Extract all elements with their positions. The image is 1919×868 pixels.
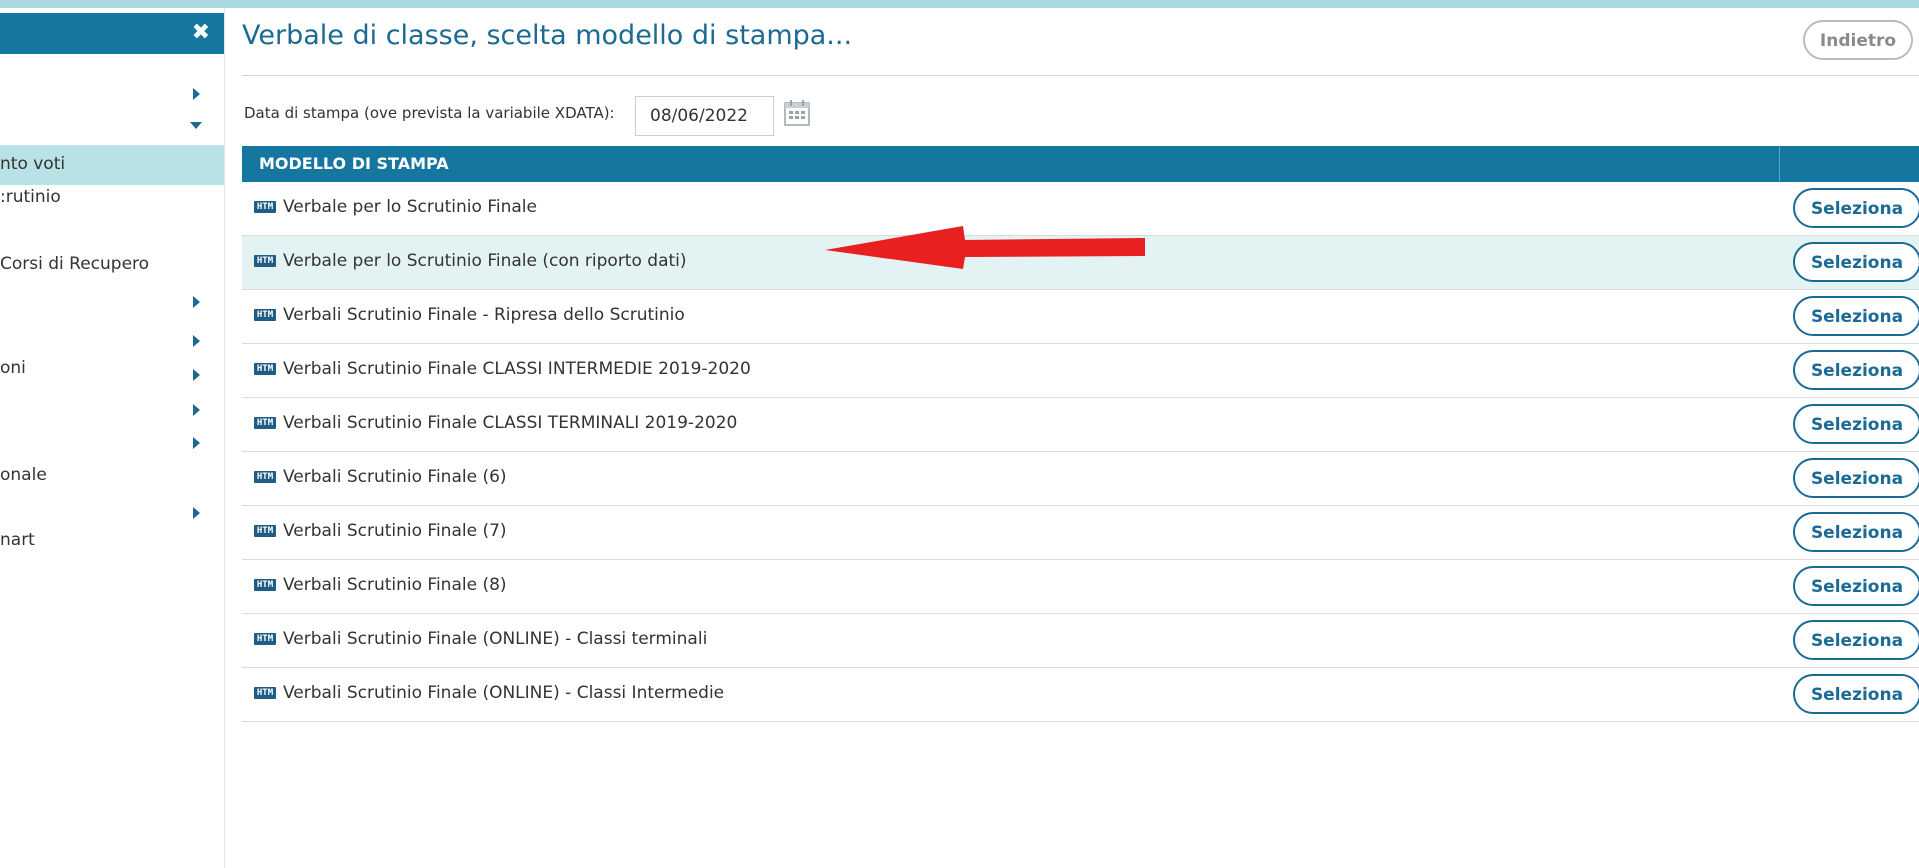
table-row: HTM Verbali Scrutinio Finale CLASSI TERM…	[242, 398, 1919, 452]
table-row: HTM Verbali Scrutinio Finale (8) Selezio…	[242, 560, 1919, 614]
red-arrow-icon	[825, 226, 1145, 269]
select-button[interactable]: Seleziona	[1793, 404, 1919, 444]
htm-file-icon: HTM	[254, 201, 276, 213]
htm-file-icon: HTM	[254, 309, 276, 321]
row-title: Verbali Scrutinio Finale (6)	[283, 467, 507, 487]
chevron-right-icon	[193, 296, 200, 308]
htm-file-icon: HTM	[254, 363, 276, 375]
sidebar-header: ✖	[0, 13, 224, 54]
column-divider	[1779, 146, 1780, 182]
htm-file-icon: HTM	[254, 417, 276, 429]
select-button[interactable]: Seleziona	[1793, 458, 1919, 498]
select-button[interactable]: Seleziona	[1793, 620, 1919, 660]
table-row: HTM Verbali Scrutinio Finale (6) Selezio…	[242, 452, 1919, 506]
select-button[interactable]: Seleziona	[1793, 188, 1919, 228]
table-row: HTM Verbali Scrutinio Finale (ONLINE) - …	[242, 614, 1919, 668]
select-button[interactable]: Seleziona	[1793, 242, 1919, 282]
sidebar: ✖ nto voti :rutinio Corsi di Recupero on…	[0, 8, 225, 868]
column-header-model: MODELLO DI STAMPA	[259, 154, 449, 173]
chevron-right-icon	[193, 335, 200, 347]
title-divider	[242, 75, 1919, 76]
sidebar-item[interactable]	[0, 424, 224, 466]
page-title: Verbale di classe, scelta modello di sta…	[242, 20, 853, 51]
calendar-icon[interactable]	[783, 99, 811, 127]
chevron-right-icon	[193, 88, 200, 100]
chevron-down-icon	[190, 122, 202, 129]
top-strip	[0, 0, 1919, 8]
chevron-right-icon	[193, 404, 200, 416]
htm-file-icon: HTM	[254, 633, 276, 645]
htm-file-icon: HTM	[254, 255, 276, 267]
select-button[interactable]: Seleziona	[1793, 296, 1919, 336]
table-row: HTM Verbali Scrutinio Finale CLASSI INTE…	[242, 344, 1919, 398]
select-button[interactable]: Seleziona	[1793, 512, 1919, 552]
back-button[interactable]: Indietro	[1803, 20, 1913, 60]
htm-file-icon: HTM	[254, 525, 276, 537]
row-title: Verbale per lo Scrutinio Finale	[283, 197, 537, 217]
sidebar-item[interactable]	[0, 106, 224, 148]
select-button[interactable]: Seleziona	[1793, 350, 1919, 390]
chevron-right-icon	[193, 437, 200, 449]
htm-file-icon: HTM	[254, 471, 276, 483]
row-title: Verbali Scrutinio Finale (8)	[283, 575, 507, 595]
main-panel: Verbale di classe, scelta modello di sta…	[225, 8, 1919, 868]
sidebar-item-label: Corsi di Recupero	[0, 254, 150, 274]
row-title: Verbali Scrutinio Finale (ONLINE) - Clas…	[283, 683, 725, 703]
sidebar-item[interactable]	[0, 283, 224, 325]
row-title: Verbali Scrutinio Finale (ONLINE) - Clas…	[283, 629, 708, 649]
table-row: HTM Verbali Scrutinio Finale (ONLINE) - …	[242, 668, 1919, 722]
chevron-right-icon	[193, 507, 200, 519]
chevron-right-icon	[193, 369, 200, 381]
table-header: MODELLO DI STAMPA	[242, 146, 1919, 182]
table-row: HTM Verbali Scrutinio Finale - Ripresa d…	[242, 290, 1919, 344]
sidebar-item-label: oni	[0, 358, 26, 378]
sidebar-item-label: nto voti	[0, 154, 66, 174]
row-title: Verbale per lo Scrutinio Finale (con rip…	[283, 251, 687, 271]
sidebar-item-label: nart	[0, 530, 35, 550]
close-icon[interactable]: ✖	[192, 19, 210, 47]
sidebar-item-label: onale	[0, 465, 47, 485]
sidebar-item[interactable]: nart	[0, 528, 224, 570]
row-title: Verbali Scrutinio Finale - Ripresa dello…	[283, 305, 685, 325]
print-date-label: Data di stampa (ove prevista la variabil…	[244, 104, 615, 122]
print-date-input[interactable]	[635, 96, 774, 136]
table-row: HTM Verbali Scrutinio Finale (7) Selezio…	[242, 506, 1919, 560]
htm-file-icon: HTM	[254, 579, 276, 591]
select-button[interactable]: Seleziona	[1793, 674, 1919, 714]
row-title: Verbali Scrutinio Finale (7)	[283, 521, 507, 541]
sidebar-item-label: :rutinio	[0, 187, 61, 207]
htm-file-icon: HTM	[254, 687, 276, 699]
sidebar-item[interactable]: :rutinio	[0, 185, 224, 227]
select-button[interactable]: Seleziona	[1793, 566, 1919, 606]
row-title: Verbali Scrutinio Finale CLASSI TERMINAL…	[283, 413, 738, 433]
row-title: Verbali Scrutinio Finale CLASSI INTERMED…	[283, 359, 751, 379]
sidebar-item-active[interactable]: nto voti	[0, 145, 224, 185]
